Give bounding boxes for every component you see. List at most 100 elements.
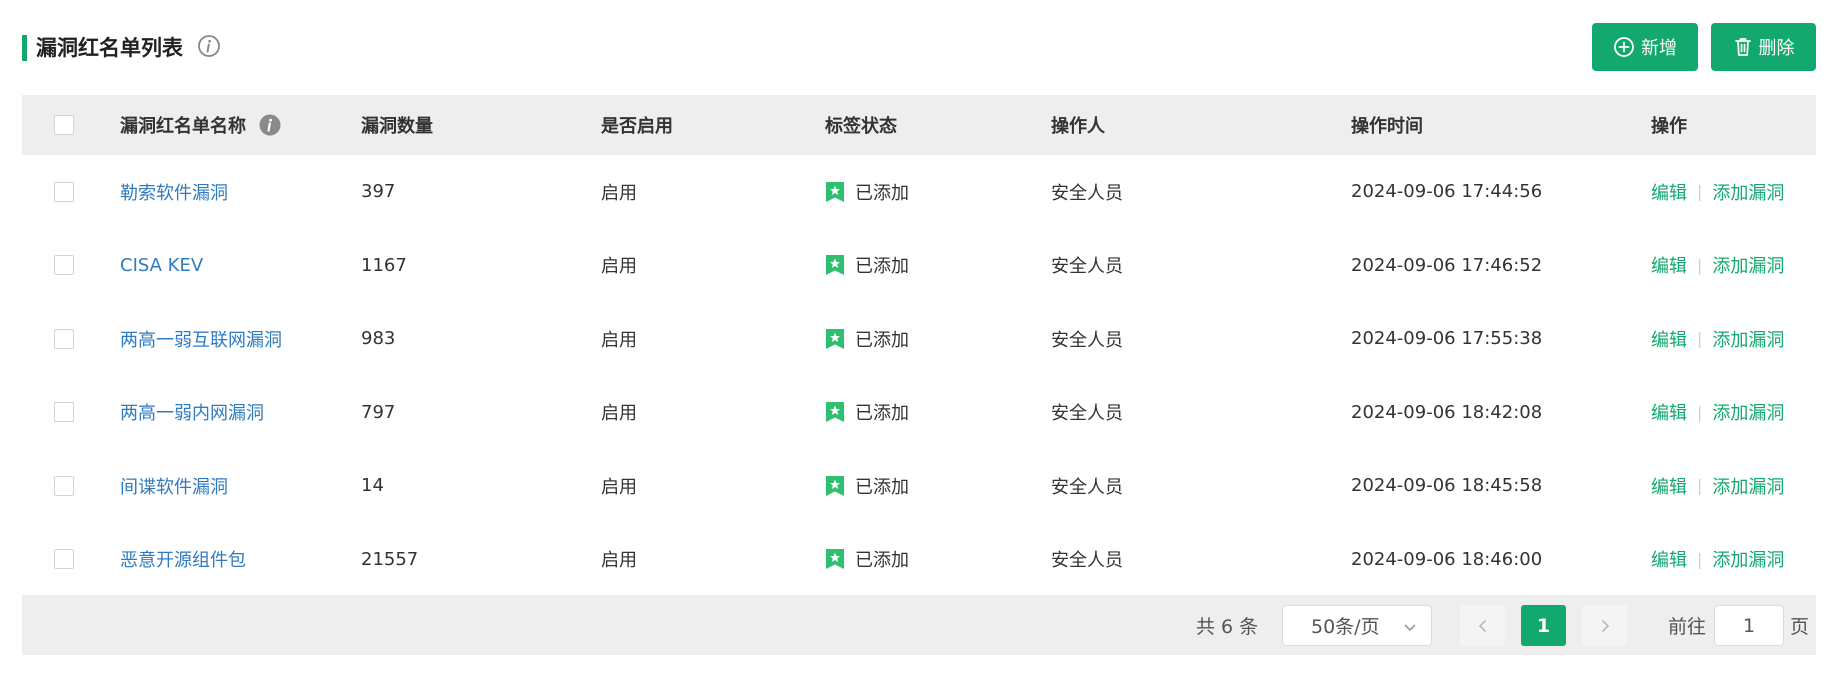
row-tag-status: 已添加 bbox=[825, 302, 909, 376]
column-header-operator: 操作人 bbox=[1051, 116, 1105, 137]
column-header-count: 漏洞数量 bbox=[361, 116, 433, 137]
row-enabled: 启用 bbox=[601, 550, 637, 572]
total-count: 共 6 条 bbox=[1196, 615, 1259, 638]
star-bookmark-icon bbox=[826, 255, 844, 276]
row-tag-status: 已添加 bbox=[825, 229, 909, 303]
trash-icon bbox=[1734, 38, 1751, 56]
plus-circle-icon bbox=[1614, 37, 1634, 57]
add-button[interactable]: 新增 bbox=[1592, 23, 1698, 71]
row-time: 2024-09-06 17:55:38 bbox=[1351, 328, 1543, 350]
row-actions: 编辑 | 添加漏洞 bbox=[1651, 376, 1784, 450]
row-name-link[interactable]: 恶意开源组件包 bbox=[120, 523, 246, 597]
goto-page-input[interactable]: 1 bbox=[1714, 605, 1784, 646]
row-enabled: 启用 bbox=[601, 329, 637, 351]
star-bookmark-icon bbox=[826, 181, 844, 202]
row-name-link[interactable]: 勒索软件漏洞 bbox=[120, 155, 228, 229]
page-title: 漏洞红名单列表 bbox=[36, 36, 183, 60]
row-count: 1167 bbox=[361, 254, 407, 276]
edit-link[interactable]: 编辑 bbox=[1651, 252, 1687, 278]
row-checkbox[interactable] bbox=[54, 549, 74, 570]
row-time: 2024-09-06 18:42:08 bbox=[1351, 401, 1543, 423]
row-name-link[interactable]: 间谍软件漏洞 bbox=[120, 449, 228, 523]
row-actions: 编辑 | 添加漏洞 bbox=[1651, 302, 1784, 376]
row-count: 21557 bbox=[361, 548, 419, 570]
chevron-right-icon bbox=[1601, 619, 1609, 632]
star-bookmark-icon bbox=[826, 402, 844, 423]
goto-label: 前往 bbox=[1668, 615, 1707, 638]
row-tag-status: 已添加 bbox=[825, 523, 909, 597]
row-operator: 安全人员 bbox=[1051, 256, 1123, 278]
add-vuln-link[interactable]: 添加漏洞 bbox=[1712, 473, 1784, 499]
prev-page-button[interactable] bbox=[1460, 605, 1505, 646]
row-operator: 安全人员 bbox=[1051, 403, 1123, 425]
add-vuln-link[interactable]: 添加漏洞 bbox=[1712, 546, 1784, 572]
action-divider: | bbox=[1697, 476, 1703, 496]
row-operator: 安全人员 bbox=[1051, 329, 1123, 351]
action-divider: | bbox=[1697, 329, 1703, 349]
row-checkbox[interactable] bbox=[54, 328, 74, 349]
row-actions: 编辑 | 添加漏洞 bbox=[1651, 229, 1784, 303]
row-count: 397 bbox=[361, 181, 396, 203]
table-row: 恶意开源组件包 21557 启用 已添加 安全人员 2024-09-06 18:… bbox=[22, 523, 1816, 597]
delete-button[interactable]: 删除 bbox=[1711, 23, 1816, 71]
row-operator: 安全人员 bbox=[1051, 476, 1123, 498]
page-size-value: 50条/页 bbox=[1311, 616, 1380, 638]
row-tag-status: 已添加 bbox=[825, 155, 909, 229]
delete-button-label: 删除 bbox=[1758, 38, 1795, 59]
row-checkbox[interactable] bbox=[54, 181, 74, 202]
column-header-time: 操作时间 bbox=[1351, 116, 1423, 137]
table-row: 勒索软件漏洞 397 启用 已添加 安全人员 2024-09-06 17:44:… bbox=[22, 155, 1816, 229]
action-divider: | bbox=[1697, 182, 1703, 202]
row-checkbox[interactable] bbox=[54, 402, 74, 423]
info-icon[interactable] bbox=[197, 34, 221, 58]
edit-link[interactable]: 编辑 bbox=[1651, 326, 1687, 352]
page-number-current[interactable]: 1 bbox=[1521, 605, 1566, 646]
column-header-enabled: 是否启用 bbox=[601, 116, 673, 137]
row-count: 983 bbox=[361, 328, 396, 350]
add-vuln-link[interactable]: 添加漏洞 bbox=[1712, 252, 1784, 278]
edit-link[interactable]: 编辑 bbox=[1651, 546, 1687, 572]
action-divider: | bbox=[1697, 549, 1703, 569]
row-time: 2024-09-06 18:45:58 bbox=[1351, 475, 1543, 497]
star-bookmark-icon bbox=[826, 328, 844, 349]
row-actions: 编辑 | 添加漏洞 bbox=[1651, 449, 1784, 523]
info-icon[interactable] bbox=[258, 113, 282, 137]
row-count: 14 bbox=[361, 475, 384, 497]
edit-link[interactable]: 编辑 bbox=[1651, 179, 1687, 205]
column-header-tag-status: 标签状态 bbox=[825, 116, 897, 137]
pagination-bar: 共 6 条 50条/页 1 前往 1 页 bbox=[22, 595, 1816, 655]
star-bookmark-icon bbox=[826, 475, 844, 496]
row-tag-status: 已添加 bbox=[825, 376, 909, 450]
row-time: 2024-09-06 17:46:52 bbox=[1351, 254, 1543, 276]
row-enabled: 启用 bbox=[601, 403, 637, 425]
table-row: 间谍软件漏洞 14 启用 已添加 安全人员 2024-09-06 18:45:5… bbox=[22, 449, 1816, 523]
add-vuln-link[interactable]: 添加漏洞 bbox=[1712, 179, 1784, 205]
table-row: 两高一弱互联网漏洞 983 启用 已添加 安全人员 2024-09-06 17:… bbox=[22, 302, 1816, 376]
next-page-button[interactable] bbox=[1582, 605, 1627, 646]
row-enabled: 启用 bbox=[601, 256, 637, 278]
edit-link[interactable]: 编辑 bbox=[1651, 399, 1687, 425]
row-name-link[interactable]: CISA KEV bbox=[120, 229, 203, 303]
action-divider: | bbox=[1697, 402, 1703, 422]
row-time: 2024-09-06 18:46:00 bbox=[1351, 548, 1543, 570]
row-operator: 安全人员 bbox=[1051, 182, 1123, 204]
row-actions: 编辑 | 添加漏洞 bbox=[1651, 155, 1784, 229]
row-enabled: 启用 bbox=[601, 182, 637, 204]
table-row: CISA KEV 1167 启用 已添加 安全人员 2024-09-06 17:… bbox=[22, 229, 1816, 303]
column-header-name: 漏洞红名单名称 bbox=[120, 95, 282, 155]
add-vuln-link[interactable]: 添加漏洞 bbox=[1712, 326, 1784, 352]
row-name-link[interactable]: 两高一弱内网漏洞 bbox=[120, 376, 264, 450]
edit-link[interactable]: 编辑 bbox=[1651, 473, 1687, 499]
row-checkbox[interactable] bbox=[54, 255, 74, 276]
row-count: 797 bbox=[361, 401, 396, 423]
row-name-link[interactable]: 两高一弱互联网漏洞 bbox=[120, 302, 282, 376]
chevron-down-icon bbox=[1404, 624, 1416, 632]
red-list-table: 漏洞红名单名称 漏洞数量 是否启用 标签状态 操作人 操作时间 操作 勒索软件漏… bbox=[22, 95, 1816, 596]
row-checkbox[interactable] bbox=[54, 475, 74, 496]
select-all-checkbox[interactable] bbox=[54, 115, 74, 135]
page-size-select[interactable]: 50条/页 bbox=[1282, 605, 1432, 646]
star-bookmark-icon bbox=[826, 549, 844, 570]
add-vuln-link[interactable]: 添加漏洞 bbox=[1712, 399, 1784, 425]
row-time: 2024-09-06 17:44:56 bbox=[1351, 181, 1543, 203]
row-enabled: 启用 bbox=[601, 476, 637, 498]
